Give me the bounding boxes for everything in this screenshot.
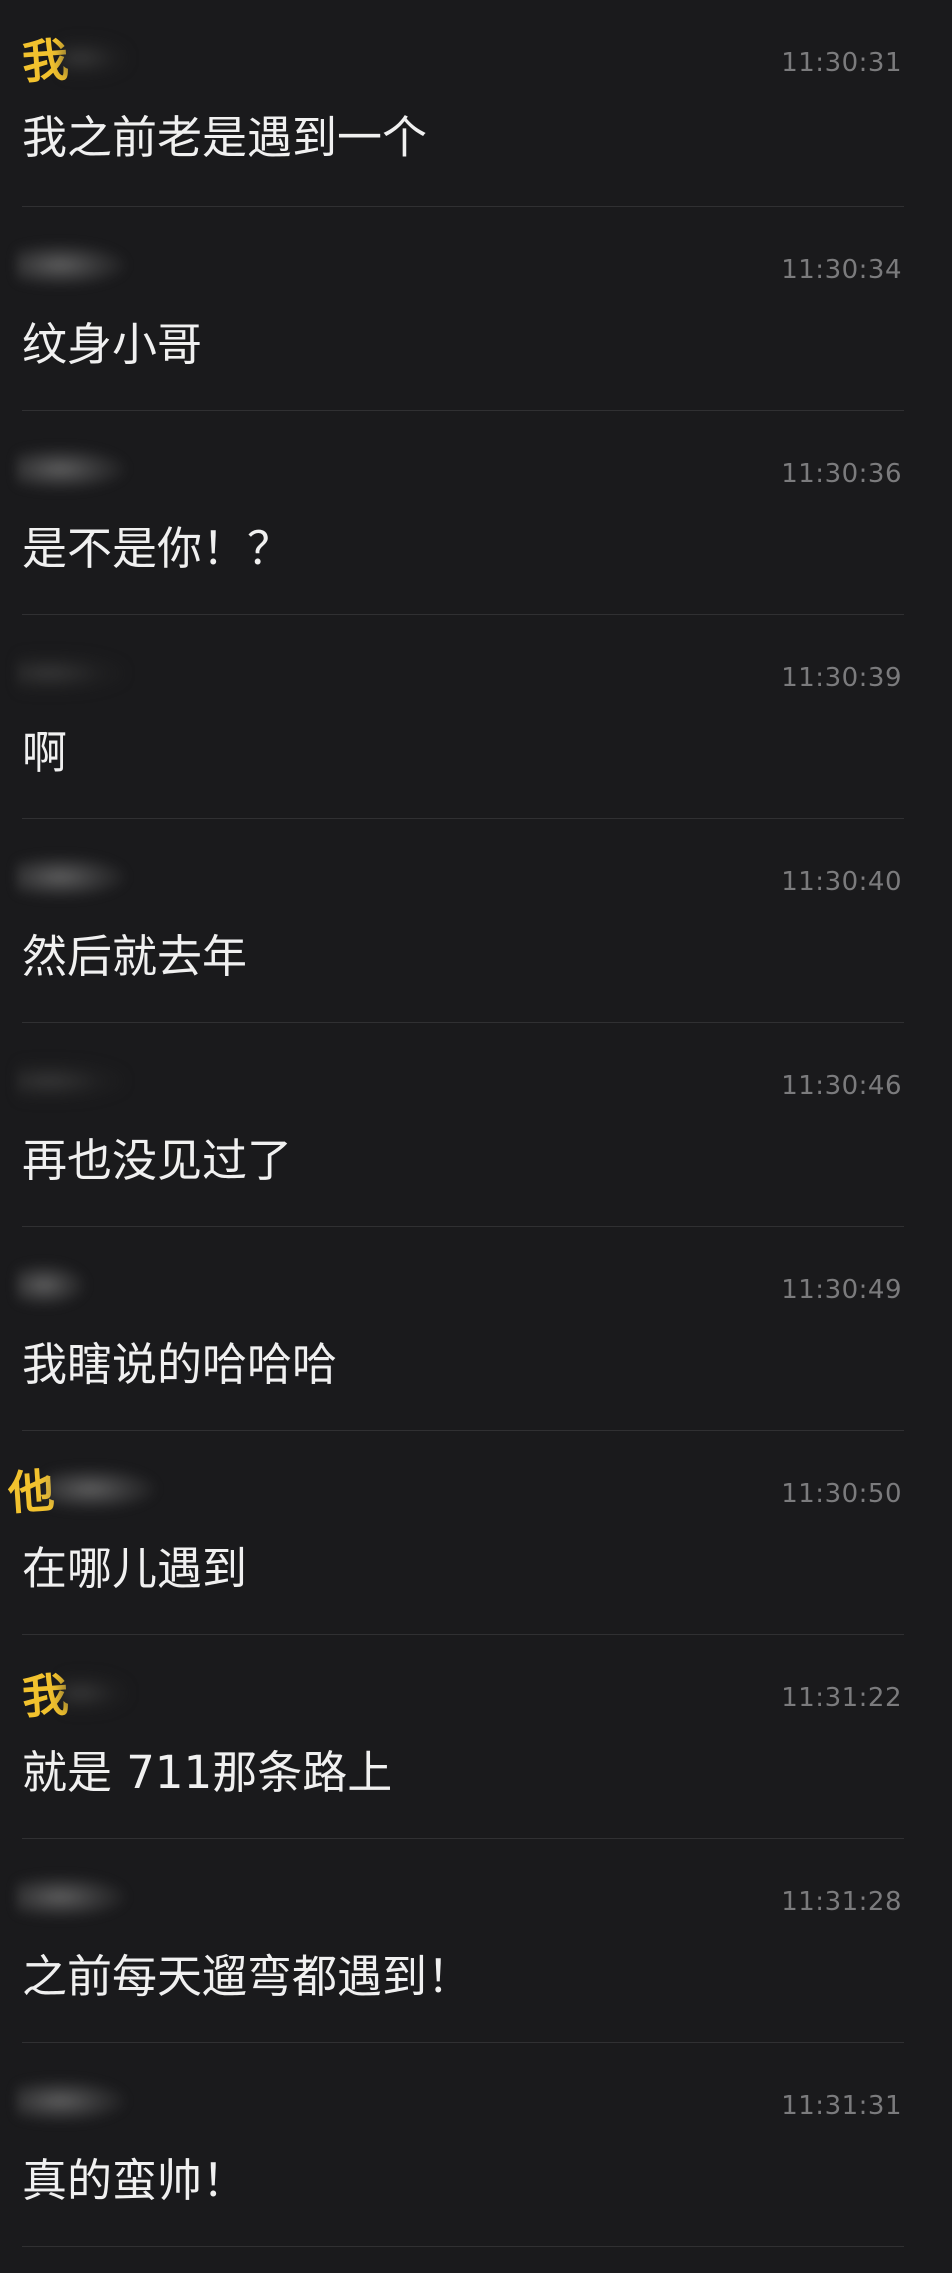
blurred-sender-name — [16, 447, 126, 491]
chat-message-list: 我 11:30:31 我之前老是遇到一个 11:30:34 纹身小哥 11:30… — [0, 0, 952, 2273]
message-text[interactable]: 我之前老是遇到一个 — [22, 108, 427, 168]
message-time: 11:30:31 — [781, 48, 902, 78]
message-time: 11:30:34 — [781, 255, 902, 285]
blurred-sender-name — [16, 1875, 126, 1919]
blurred-sender-name — [16, 243, 126, 287]
message-item[interactable]: 11:30:36 是不是你！？ — [0, 411, 952, 615]
message-text[interactable]: 在哪儿遇到 — [22, 1539, 247, 1599]
message-text[interactable]: 然后就去年 — [22, 927, 247, 987]
message-time: 11:30:49 — [781, 1275, 902, 1305]
sender — [16, 2071, 126, 2131]
sender — [16, 1867, 126, 1927]
message-time: 11:30:36 — [781, 459, 902, 489]
divider — [22, 2246, 904, 2247]
message-text[interactable]: 真的蛮帅！ — [22, 2151, 247, 2211]
blurred-sender-name — [16, 855, 126, 899]
message-item[interactable]: 11:31:28 之前每天遛弯都遇到！ — [0, 1839, 952, 2043]
blurred-sender-name — [16, 2079, 126, 2123]
message-time: 11:30:40 — [781, 867, 902, 897]
message-item[interactable]: 11:31:31 真的蛮帅！ — [0, 2043, 952, 2247]
sender: 我 — [20, 28, 130, 89]
sender — [16, 1051, 126, 1111]
message-text[interactable]: 之前每天遛弯都遇到！ — [22, 1947, 472, 2007]
message-item[interactable]: 11:30:34 纹身小哥 — [0, 207, 952, 411]
message-item[interactable]: 11:30:39 啊 — [0, 615, 952, 819]
message-time: 11:30:39 — [781, 663, 902, 693]
message-time: 11:30:46 — [781, 1071, 902, 1101]
sender: 我 — [20, 1663, 130, 1724]
blurred-sender-name — [46, 1467, 156, 1511]
message-text[interactable]: 纹身小哥 — [22, 315, 202, 375]
message-item[interactable]: 我 11:30:31 我之前老是遇到一个 — [0, 0, 952, 207]
message-item[interactable]: 11:30:49 我瞎说的哈哈哈 — [0, 1227, 952, 1431]
message-item[interactable]: 11:30:40 然后就去年 — [0, 819, 952, 1023]
sender — [16, 1255, 86, 1315]
sender: 他 — [6, 1459, 156, 1520]
message-text[interactable]: 我瞎说的哈哈哈 — [22, 1335, 337, 1395]
message-time: 11:30:50 — [781, 1479, 902, 1509]
message-text[interactable]: 就是 711那条路上 — [22, 1743, 392, 1803]
blurred-sender-name — [16, 1263, 86, 1307]
sender — [16, 439, 126, 499]
message-time: 11:31:28 — [781, 1887, 902, 1917]
message-item[interactable]: 他 11:30:50 在哪儿遇到 — [0, 1431, 952, 1635]
blurred-sender-name — [60, 36, 130, 80]
message-text[interactable]: 啊 — [22, 723, 67, 783]
message-item[interactable]: 我 11:31:22 就是 711那条路上 — [0, 1635, 952, 1839]
sender — [16, 847, 126, 907]
blurred-sender-name — [60, 1671, 130, 1715]
message-text[interactable]: 再也没见过了 — [22, 1131, 292, 1191]
message-time: 11:31:22 — [781, 1683, 902, 1713]
message-text[interactable]: 是不是你！？ — [22, 519, 292, 579]
blurred-sender-name — [16, 651, 126, 695]
sender — [16, 643, 126, 703]
sender — [16, 235, 126, 295]
message-item[interactable]: 11:30:46 再也没见过了 — [0, 1023, 952, 1227]
message-time: 11:31:31 — [781, 2091, 902, 2121]
blurred-sender-name — [16, 1059, 126, 1103]
